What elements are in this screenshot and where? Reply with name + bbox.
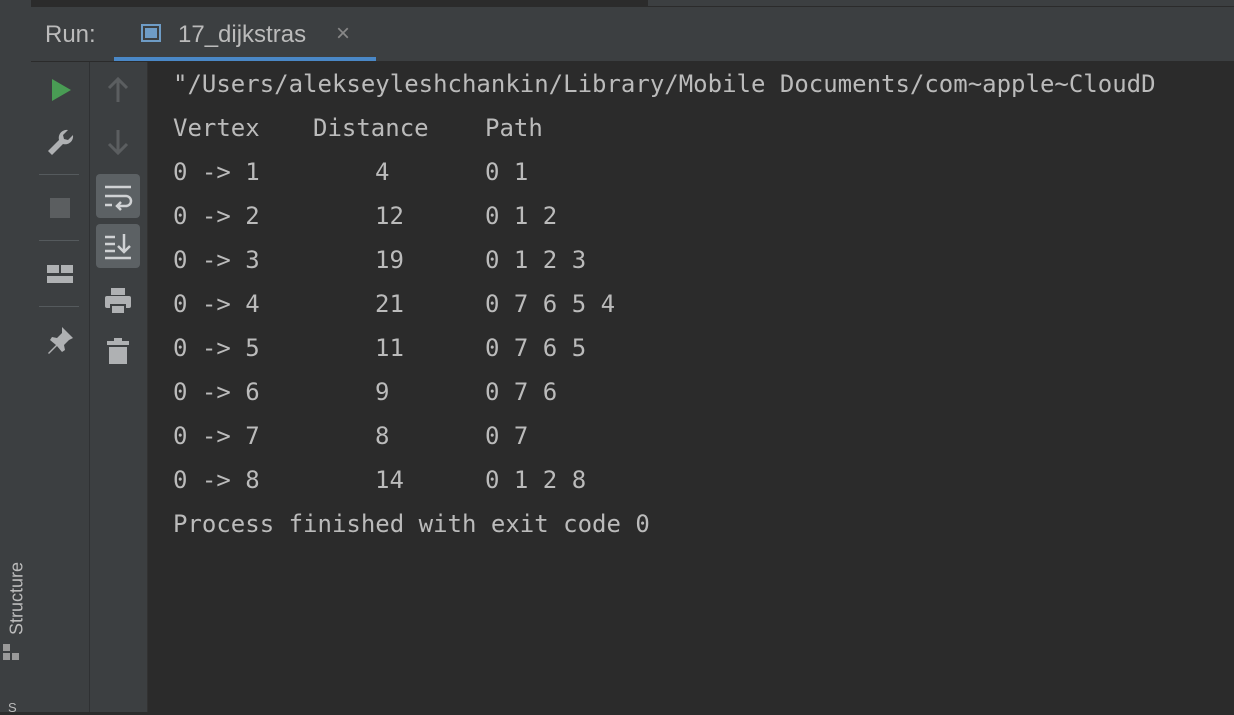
print-button[interactable]	[96, 278, 140, 322]
arrow-down-icon	[107, 130, 129, 156]
run-label: Run:	[45, 21, 96, 48]
console-row-path: 0 1	[485, 158, 529, 186]
arrow-up-icon	[107, 76, 129, 102]
active-tab-underline	[114, 57, 376, 61]
console-row-distance: 9	[375, 378, 390, 406]
run-tab-title: 17_dijkstras	[178, 21, 307, 48]
run-icon	[52, 79, 71, 101]
console-row-distance: 11	[375, 334, 404, 362]
console-header-path: Path	[485, 114, 543, 142]
stop-button[interactable]	[38, 186, 82, 230]
wrench-icon	[48, 129, 74, 155]
toolbar-separator	[39, 306, 79, 307]
left-tool-strip: Structure S	[0, 0, 32, 715]
console-row-path: 0 7	[485, 422, 529, 450]
console-row-vertex: 0 -> 3	[173, 246, 260, 274]
previous-occurrence-button[interactable]	[96, 68, 140, 112]
console-output[interactable]: "/Users/alekseyleshchankin/Library/Mobil…	[148, 62, 1234, 712]
console-header-vertex: Vertex	[173, 114, 260, 142]
console-header-distance: Distance	[313, 114, 429, 142]
scroll-to-end-toggle[interactable]	[96, 224, 140, 268]
structure-icon	[3, 644, 21, 660]
pin-icon	[48, 327, 73, 354]
console-row-path: 0 7 6	[485, 378, 558, 406]
run-toolbar-primary	[31, 62, 90, 712]
console-row-distance: 8	[375, 422, 390, 450]
console-row-path: 0 1 2	[485, 202, 558, 230]
pin-tab-button[interactable]	[38, 318, 82, 362]
console-row-path: 0 7 6 5	[485, 334, 587, 362]
console-row-vertex: 0 -> 5	[173, 334, 260, 362]
toolbar-separator	[39, 240, 79, 241]
next-occurrence-button[interactable]	[96, 120, 140, 164]
console-exit-message: Process finished with exit code 0	[173, 510, 650, 538]
console-row-distance: 19	[375, 246, 404, 274]
console-command-line: "/Users/alekseyleshchankin/Library/Mobil…	[173, 70, 1156, 98]
print-icon	[105, 288, 131, 315]
stop-icon	[50, 198, 70, 218]
restore-layout-button[interactable]	[38, 252, 82, 296]
edit-configuration-button[interactable]	[38, 120, 82, 164]
console-row-path: 0 1 2 8	[485, 466, 587, 494]
console-row-vertex: 0 -> 7	[173, 422, 260, 450]
run-tab[interactable]: 17_dijkstras ×	[114, 7, 376, 61]
trash-icon	[107, 338, 129, 364]
soft-wrap-toggle[interactable]	[96, 174, 140, 218]
console-window-icon	[141, 24, 161, 42]
console-row-distance: 21	[375, 290, 404, 318]
structure-tab-label: Structure	[6, 561, 27, 636]
console-row-distance: 4	[375, 158, 390, 186]
console-row-vertex: 0 -> 4	[173, 290, 260, 318]
scroll-to-end-icon	[105, 234, 131, 260]
console-row-distance: 14	[375, 466, 404, 494]
top-edge	[31, 0, 1234, 7]
console-row-vertex: 0 -> 2	[173, 202, 260, 230]
console-row-vertex: 0 -> 8	[173, 466, 260, 494]
console-row-distance: 12	[375, 202, 404, 230]
partial-tab-label: S	[8, 700, 17, 715]
toolbar-separator	[39, 174, 79, 175]
console-row-path: 0 7 6 5 4	[485, 290, 616, 318]
run-toolbar-secondary	[90, 62, 148, 712]
soft-wrap-icon	[105, 185, 133, 211]
console-row-path: 0 1 2 3	[485, 246, 587, 274]
console-row-vertex: 0 -> 1	[173, 158, 260, 186]
rerun-button[interactable]	[38, 68, 82, 112]
layout-icon	[47, 265, 73, 283]
run-panel-header: Run: 17_dijkstras ×	[31, 7, 1234, 62]
clear-all-button[interactable]	[96, 328, 140, 372]
console-row-vertex: 0 -> 6	[173, 378, 260, 406]
close-icon[interactable]: ×	[336, 20, 350, 48]
